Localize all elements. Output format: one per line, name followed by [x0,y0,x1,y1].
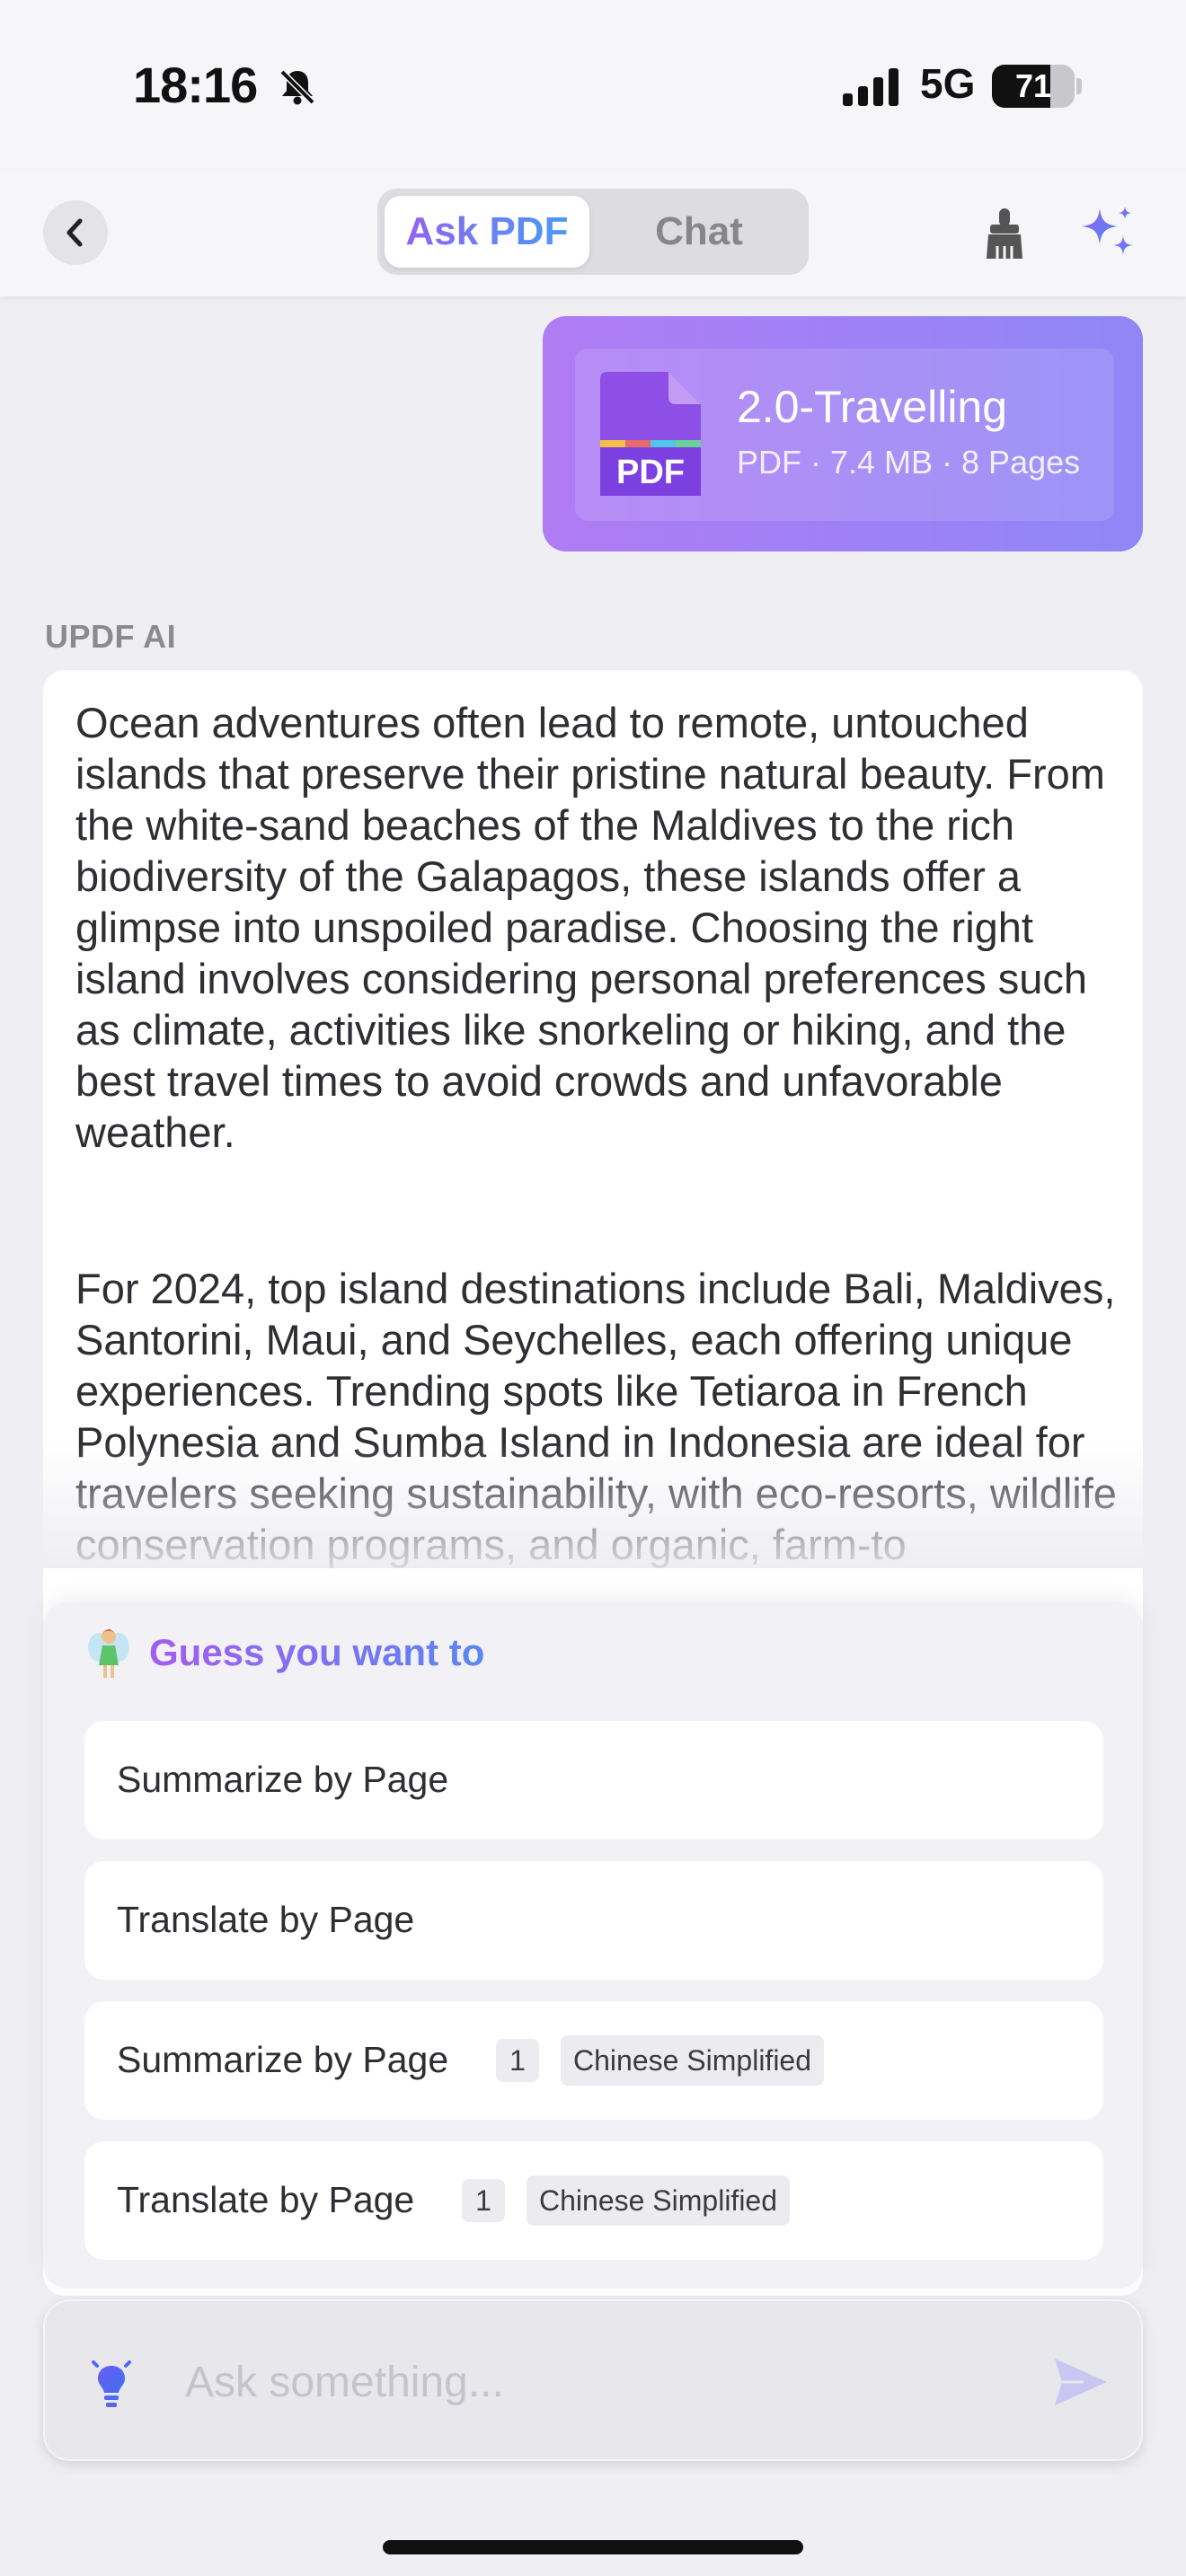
suggestion-label: Translate by Page [117,1899,415,1940]
network-type: 5G [920,60,976,107]
back-button[interactable] [43,200,108,265]
battery-icon: 71 [992,65,1082,108]
home-indicator [383,2540,803,2554]
page-number-badge: 1 [462,2179,505,2222]
sender-label: UPDF AI [45,618,177,655]
suggestion-item[interactable]: Translate by Page [84,1861,1103,1980]
chat-input-bar [43,2299,1143,2461]
suggestion-label: Summarize by Page [117,2039,449,2080]
bell-slash-icon [279,69,315,105]
lightbulb-icon[interactable] [88,2353,135,2411]
broom-icon[interactable] [979,207,1030,260]
page-number-badge: 1 [496,2039,539,2082]
suggestions-title: Guess you want to [149,1631,485,1673]
cellular-signal-icon [843,68,898,106]
suggestion-label: Summarize by Page [117,1759,449,1800]
answer-fade-overlay [43,1442,1143,1568]
battery-level: 71 [1014,67,1052,104]
battery-cap [1076,78,1082,94]
file-meta: PDF · 7.4 MB · 8 Pages [737,444,1081,481]
tab-ask-pdf[interactable]: Ask PDF [385,196,589,268]
language-badge: Chinese Simplified [561,2035,825,2086]
chevron-left-icon [66,218,83,247]
language-badge: Chinese Simplified [527,2175,791,2226]
suggestion-item[interactable]: Translate by Page 1 Chinese Simplified [84,2141,1103,2260]
file-name: 2.0-Travelling [737,382,1008,432]
mode-segmented-control: Ask PDF Chat [377,189,809,275]
suggestions-panel: Guess you want to Summarize by Page Tran… [43,1602,1143,2289]
nav-bar: Ask PDF Chat [0,171,1186,296]
ask-input[interactable] [185,2344,976,2420]
answer-paragraph: Ocean adventures often lead to remote, u… [75,699,1105,1156]
battery-body: 71 [992,65,1075,108]
pdf-file-icon: PDF [600,372,701,496]
suggestion-item[interactable]: Summarize by Page [84,1721,1103,1839]
status-bar: 18:16 5G 71 [0,0,1186,171]
sparkle-icon[interactable] [1078,203,1137,262]
fairy-icon [88,1629,129,1678]
pdf-icon-label: PDF [616,454,685,491]
status-time: 18:16 [133,57,258,113]
suggestion-item[interactable]: Summarize by Page 1 Chinese Simplified [84,2001,1103,2120]
send-icon[interactable] [1051,2355,1111,2409]
suggestion-label: Translate by Page [117,2179,415,2220]
tab-chat[interactable]: Chat [597,196,801,268]
